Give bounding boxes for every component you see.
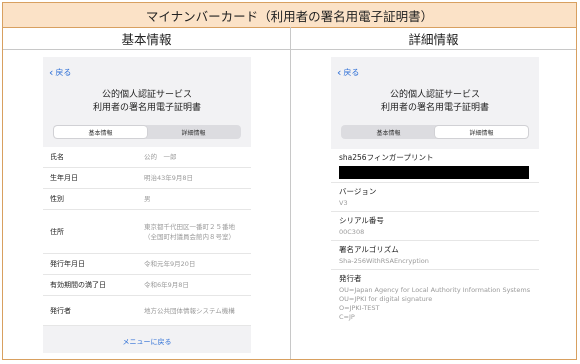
redacted-fingerprint [339, 166, 529, 179]
row-value: 地方公共団体情報システム機構 [144, 306, 235, 315]
row-value: 男 [144, 195, 151, 203]
row-key: 有効期間の満了日 [50, 281, 106, 289]
algorithm-label: 署名アルゴリズム [339, 245, 399, 254]
segmented-control: 基本情報 詳細情報 [53, 125, 241, 139]
screen-title-line1: 公的個人認証サービス [389, 90, 480, 100]
list-item: シリアル番号 00C308 [331, 212, 539, 241]
list-item: 有効期間の満了日 令和6年9月8日 [43, 275, 251, 296]
detail-info-list: sha256フィンガープリント バージョン V3 シリアル番号 00C308 署… [331, 149, 539, 357]
list-item: 氏名 公的 一郎 [43, 147, 251, 168]
issuer-line: C=JP [339, 313, 355, 321]
screen-title-line2: 利用者の署名用電子証明書 [380, 103, 489, 113]
column-header-basic: 基本情報 [3, 27, 291, 50]
basic-info-list: 氏名 公的 一郎 生年月日 明治43年9月8日 性別 男 住所 東京都千代田区一… [43, 147, 251, 326]
list-item: 性別 男 [43, 189, 251, 210]
row-key: 発行者 [50, 306, 71, 315]
screen-title-line2: 利用者の署名用電子証明書 [92, 103, 201, 113]
row-key: 住所 [50, 227, 64, 236]
serial-value: 00C308 [339, 228, 365, 236]
chevron-left-icon: ‹ [49, 65, 54, 79]
column-divider [290, 49, 291, 359]
figure-frame: マイナンバーカード（利用者の署名用電子証明書） 基本情報 詳細情報 ‹ 戻る 公… [2, 2, 577, 360]
issuer-line: OU=JPKI for digital signature [339, 295, 433, 303]
list-item: 住所 東京都千代田区一番町２５番地（全国町村議員会館内８号室） [43, 210, 251, 254]
algorithm-value: Sha-256WithRSAEncryption [339, 257, 429, 265]
menu-back-link[interactable]: メニューに戻る [43, 337, 251, 347]
issuer-value: OU=Japan Agency for Local Authority Info… [339, 286, 533, 322]
row-key: 性別 [50, 195, 64, 203]
tab-basic-info[interactable]: 基本情報 [342, 126, 435, 138]
list-item: 発行者 OU=Japan Agency for Local Authority … [331, 270, 539, 325]
segmented-control: 基本情報 詳細情報 [341, 125, 529, 139]
basic-info-screen: ‹ 戻る 公的個人認証サービス 利用者の署名用電子証明書 基本情報 詳細情報 氏… [43, 57, 251, 353]
issuer-line: O=JPKI-TEST [339, 304, 380, 312]
serial-label: シリアル番号 [339, 216, 384, 225]
column-header-detail: 詳細情報 [291, 27, 576, 50]
back-label: 戻る [55, 68, 72, 77]
issuer-label: 発行者 [339, 274, 362, 283]
row-value: 公的 一郎 [144, 153, 177, 161]
row-value: 明治43年9月8日 [144, 174, 194, 182]
row-value: 令和元年9月20日 [144, 260, 196, 268]
list-item: 署名アルゴリズム Sha-256WithRSAEncryption [331, 241, 539, 270]
back-button[interactable]: ‹ 戻る [337, 67, 359, 78]
list-item: 生年月日 明治43年9月8日 [43, 168, 251, 189]
screen-title: 公的個人認証サービス 利用者の署名用電子証明書 [331, 89, 539, 115]
chevron-left-icon: ‹ [337, 65, 342, 79]
row-value: 東京都千代田区一番町２５番地（全国町村議員会館内８号室） [144, 222, 235, 241]
screen-title: 公的個人認証サービス 利用者の署名用電子証明書 [43, 89, 251, 115]
figure-title: マイナンバーカード（利用者の署名用電子証明書） [3, 3, 576, 28]
tab-detail-info[interactable]: 詳細情報 [435, 126, 528, 138]
list-item: バージョン V3 [331, 183, 539, 212]
row-key: 生年月日 [50, 174, 78, 182]
tab-basic-info[interactable]: 基本情報 [54, 126, 147, 138]
back-button[interactable]: ‹ 戻る [49, 67, 71, 78]
list-item: sha256フィンガープリント [331, 149, 539, 183]
list-item: 発行年月日 令和元年9月20日 [43, 254, 251, 275]
tab-detail-info[interactable]: 詳細情報 [147, 126, 240, 138]
fingerprint-label: sha256フィンガープリント [339, 153, 434, 162]
screen-title-line1: 公的個人認証サービス [101, 90, 192, 100]
row-key: 発行年月日 [50, 260, 85, 268]
back-label: 戻る [343, 68, 360, 77]
issuer-line: OU=Japan Agency for Local Authority Info… [339, 286, 531, 294]
row-value: 令和6年9月8日 [144, 281, 189, 289]
list-item: 発行者 地方公共団体情報システム機構 [43, 296, 251, 326]
version-label: バージョン [339, 187, 377, 196]
detail-info-screen: ‹ 戻る 公的個人認証サービス 利用者の署名用電子証明書 基本情報 詳細情報 s… [331, 57, 539, 357]
version-value: V3 [339, 199, 348, 207]
row-key: 氏名 [50, 153, 64, 161]
